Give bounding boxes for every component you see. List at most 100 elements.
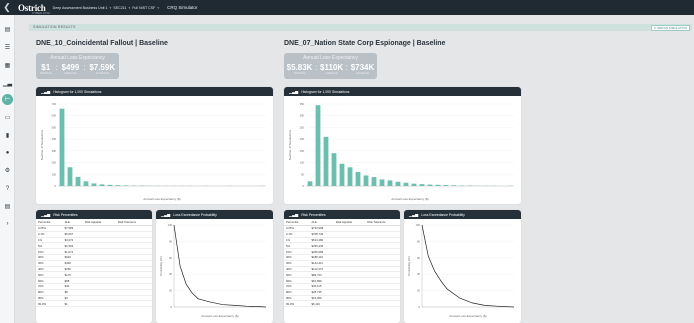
table-row: 99.9% $6,119	[284, 300, 400, 308]
separator: :	[315, 63, 318, 72]
table-row: 99.9% $1	[36, 300, 152, 308]
histogram-bar	[115, 185, 121, 186]
risk-percentiles-table: Percentile ALE Risk Appetite Risk Tolerance…	[36, 219, 152, 308]
help-icon[interactable]: ?	[4, 185, 11, 192]
chevron-down-icon[interactable]: ▾	[110, 6, 112, 10]
y-tick-label: 150	[300, 149, 305, 153]
scenario-title: DNE_07_Nation State Corp Espionage | Bas…	[284, 40, 446, 47]
section-label: SIMULATION RESULTS	[33, 25, 76, 29]
bar-chart-icon: ▁▃▅	[289, 212, 299, 217]
table-cell	[82, 300, 116, 308]
list-icon[interactable]: ☰	[4, 44, 11, 51]
ale-minimum: $1 MINIMUM	[39, 63, 52, 75]
ale-summary-card: Annual Loss Expectancy $5.83K MINIMUM : $…	[284, 53, 377, 79]
breadcrumb-business-unit[interactable]: Deep Assessment Business Unit 1	[53, 6, 108, 10]
x-axis-label: Annual Loss Expectancy ($)	[449, 314, 486, 318]
chevron-down-icon[interactable]: ▾	[128, 6, 130, 10]
x-axis-label: Annual Loss Expectancy ($)	[143, 197, 180, 201]
y-tick-label: 60	[417, 256, 420, 260]
rerun-simulation-label: RERUN SIMULATION	[657, 25, 687, 30]
x-axis-label: Annual Loss Expectancy ($)	[201, 314, 238, 318]
risk-percentiles-header: ▁▃▅ Risk Percentiles	[284, 210, 400, 219]
y-tick-label: 20	[169, 289, 172, 293]
y-tick-label: 0	[419, 305, 421, 309]
histogram-bar	[307, 181, 313, 186]
y-tick-label: 400	[52, 137, 57, 141]
library-icon[interactable]: ▮	[4, 132, 11, 139]
breadcrumb-assessment[interactable]: SEC211	[113, 6, 126, 10]
breadcrumb-framework[interactable]: Full NIST CSF	[132, 6, 155, 10]
bar-chart-icon: ▁▃▅	[161, 212, 171, 217]
table-cell: 99.9%	[36, 300, 63, 308]
refresh-icon: ↻	[653, 25, 657, 30]
loss-exceedance-card: ▁▃▅ Loss Exceedance Probability 0 20 40 60 8…	[156, 210, 273, 323]
risk-percentiles-card: ▁▃▅ Risk Percentiles Percentile ALE Risk A…	[284, 210, 400, 323]
ale-average: $499 AVERAGE	[61, 63, 80, 75]
y-tick-label: 40	[169, 272, 172, 276]
chevron-down-icon[interactable]: ▾	[157, 6, 159, 10]
histogram-bar	[91, 183, 97, 186]
y-tick-label: 0	[55, 184, 57, 188]
rerun-simulation-button[interactable]: ↻ RERUN SIMULATION	[650, 24, 690, 31]
simulator-icon[interactable]: ⊢	[2, 94, 13, 105]
histogram-bar	[315, 105, 321, 186]
clipboard-icon[interactable]: ▤	[4, 26, 11, 33]
y-axis-label: Probability (%)	[159, 256, 163, 276]
risk-percentiles-table: Percentile ALE Risk Appetite Risk Tolerance…	[284, 219, 400, 308]
top-bar: ❮ Ostrich CYBER-RISK Deep Assessment Bus…	[0, 0, 694, 15]
y-tick-label: 500	[52, 125, 57, 129]
y-axis-label: Number of Simulations	[40, 129, 44, 160]
y-tick-label: 200	[52, 161, 57, 165]
table-cell	[333, 300, 366, 308]
y-tick-label: 350	[300, 102, 305, 106]
folder-icon[interactable]: ▭	[4, 114, 11, 121]
users-icon[interactable]: ●	[4, 149, 11, 156]
loss-exceedance-title: Loss Exceedance Probability	[173, 212, 217, 217]
gear-icon[interactable]: ⚙	[4, 167, 11, 174]
y-tick-label: 300	[52, 149, 57, 153]
loss-exceedance-header: ▁▃▅ Loss Exceedance Probability	[156, 210, 273, 219]
y-tick-label: 80	[417, 239, 420, 243]
loss-exceedance-header: ▁▃▅ Loss Exceedance Probability	[404, 210, 521, 219]
bar-chart-icon[interactable]: ▁▃	[3, 80, 12, 87]
loss-exceedance-chart: 0 20 40 60 80 100 Annual Loss Expectancy ($) Pr…	[407, 223, 515, 318]
y-tick-label: 250	[300, 125, 305, 129]
ale-title: Annual Loss Expectancy	[50, 55, 105, 61]
loss-exceedance-card: ▁▃▅ Loss Exceedance Probability 0 20 40 60 8…	[404, 210, 521, 323]
table-cell: 99.9%	[284, 300, 310, 308]
y-tick-label: 700	[52, 102, 57, 106]
exceedance-line	[173, 224, 267, 308]
histogram-chart: 0 100 200 300 400 500 600 700 Annual Loss Expect…	[40, 102, 266, 201]
histogram-bar	[99, 184, 105, 186]
histogram-card: ▁▃▅ Histogram for 1,000 Simulations 0 100…	[36, 87, 273, 204]
y-tick-label: 100	[168, 223, 173, 227]
risk-percentiles-title: Risk Percentiles	[301, 212, 326, 217]
y-tick-label: 200	[300, 137, 305, 141]
ale-maximum: $734K MAXIMUM	[350, 63, 375, 75]
back-arrow-icon[interactable]: ❮	[0, 0, 14, 15]
histogram-bar	[363, 175, 369, 186]
histogram-bar	[387, 180, 393, 186]
bar-chart-icon: ▁▃▅	[41, 212, 51, 217]
table-cell	[365, 300, 400, 308]
histogram-bar	[339, 163, 345, 186]
histogram-chart: 0 50 100 150 200 250 300 350 Annual Loss Expecta…	[288, 102, 514, 201]
histogram-bar	[83, 181, 89, 186]
histogram-bar	[355, 171, 361, 186]
histogram-bar	[427, 184, 433, 186]
histogram-bar	[347, 167, 353, 186]
bar-chart-icon: ▁▃▅	[289, 89, 299, 94]
histogram-bar	[75, 176, 81, 186]
y-tick-label: 600	[52, 114, 57, 118]
ale-summary-card: Annual Loss Expectancy $1 MINIMUM : $499 A…	[36, 53, 119, 79]
separator: :	[55, 63, 58, 72]
y-tick-label: 50	[301, 172, 304, 176]
chevron-right-icon[interactable]: ›	[4, 220, 11, 227]
y-tick-label: 60	[169, 256, 172, 260]
histogram-bar	[59, 108, 65, 186]
histogram-bar	[379, 179, 385, 186]
document-icon[interactable]: ▤	[4, 203, 11, 210]
app-logo-subtitle: CYBER-RISK	[32, 11, 51, 15]
y-axis-label: Probability (%)	[407, 256, 411, 276]
calculator-icon[interactable]: ▦	[4, 62, 11, 69]
